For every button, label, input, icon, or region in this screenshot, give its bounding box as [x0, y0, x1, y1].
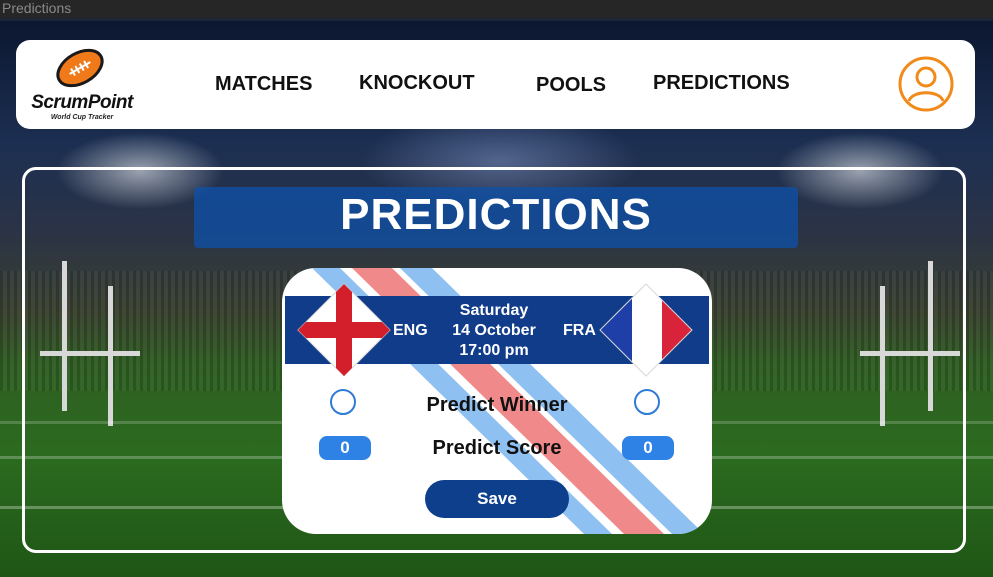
england-flag-icon: [297, 283, 391, 377]
match-day: Saturday: [459, 302, 529, 319]
nav-predictions[interactable]: PREDICTIONS: [653, 72, 790, 95]
nav-pools[interactable]: POOLS: [536, 74, 606, 97]
match-date: 14 October: [452, 322, 536, 339]
away-winner-radio[interactable]: [634, 389, 660, 415]
brand-tagline: World Cup Tracker: [50, 114, 114, 121]
away-score-input[interactable]: 0: [622, 436, 674, 460]
nav-matches[interactable]: MATCHES: [215, 73, 312, 96]
home-score-input[interactable]: 0: [319, 436, 371, 460]
match-prediction-card: ENG FRA Saturday 14 October 17:00 pm Pre…: [282, 268, 712, 534]
home-winner-radio[interactable]: [330, 389, 356, 415]
france-flag-icon: [599, 283, 693, 377]
top-navbar: ScrumPoint World Cup Tracker MATCHES KNO…: [16, 40, 975, 129]
window-title-bar: Predictions: [0, 0, 993, 18]
predict-score-label: Predict Score: [432, 437, 562, 459]
nav-knockout[interactable]: KNOCKOUT: [359, 72, 475, 95]
rugby-ball-icon: [56, 48, 104, 88]
save-button[interactable]: Save: [425, 480, 569, 518]
window-title: Predictions: [2, 0, 72, 16]
match-time: 17:00 pm: [459, 342, 529, 359]
page-title: PREDICTIONS: [340, 190, 652, 239]
brand-name: ScrumPoint: [31, 92, 133, 113]
predict-winner-label: Predict Winner: [426, 394, 568, 416]
user-profile-icon[interactable]: [897, 55, 955, 113]
brand-logo[interactable]: ScrumPoint World Cup Tracker: [26, 46, 136, 124]
